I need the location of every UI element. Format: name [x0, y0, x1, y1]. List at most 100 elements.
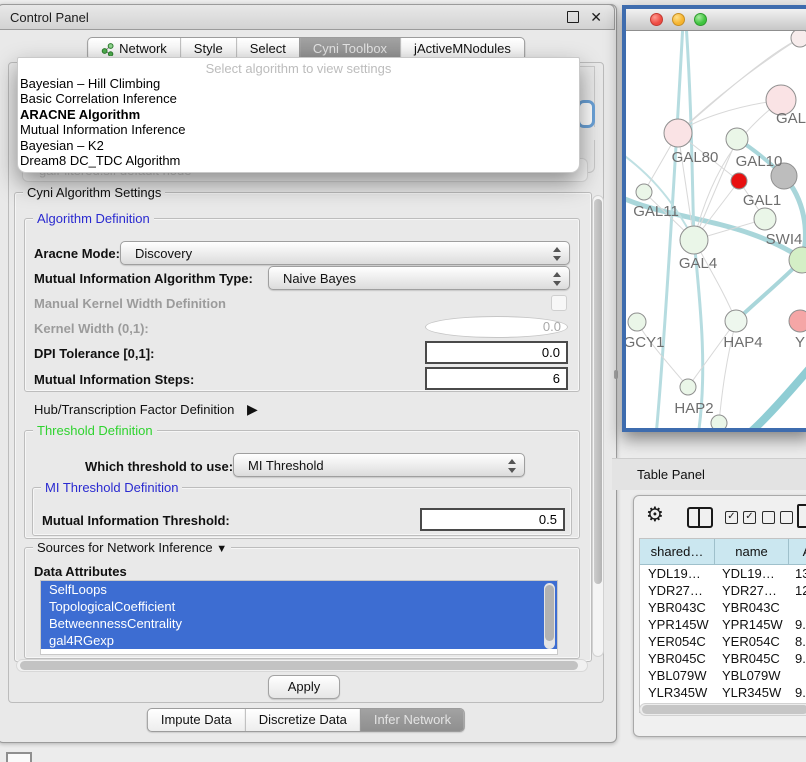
mi-type-combo[interactable]: Naive Bayes — [268, 266, 570, 290]
expanded-arrow-icon[interactable]: ▼ — [216, 543, 227, 555]
manual-kernel-checkbox[interactable] — [551, 295, 567, 311]
node-label-swi4: SWI4 — [766, 231, 803, 248]
column-header-shared[interactable]: shared… — [640, 539, 715, 565]
algorithm-option-basic-correlation-inference[interactable]: Basic Correlation Inference — [18, 91, 579, 106]
algorithm-option-aracne-algorithm[interactable]: ARACNE Algorithm — [18, 107, 579, 122]
window-title: Control Panel — [10, 10, 89, 25]
tab-impute-data[interactable]: Impute Data — [148, 709, 245, 731]
table-row[interactable]: YBR043CYBR043C — [640, 599, 806, 616]
corner-widget[interactable] — [6, 752, 32, 762]
mi-steps-field[interactable]: 6 — [425, 367, 568, 390]
mi-threshold-field[interactable]: 0.5 — [420, 508, 565, 531]
table-hscrollbar[interactable] — [639, 703, 806, 716]
node-label-gal4: GAL4 — [679, 255, 717, 272]
hub-section-label: Hub/Transcription Factor Definition — [34, 402, 234, 417]
network-node-gal80[interactable] — [664, 119, 692, 147]
network-node-hap4[interactable] — [725, 310, 747, 332]
apply-button[interactable]: Apply — [268, 675, 340, 699]
table-row[interactable]: YDL19…YDL19…13 — [640, 565, 806, 582]
export-table-icon[interactable] — [797, 504, 806, 528]
attributes-scrollbar[interactable] — [544, 583, 555, 649]
application-root: Control Panel ✕ NetworkStyleSelectCyni T… — [0, 0, 806, 762]
tab-label: Impute Data — [161, 709, 232, 731]
node-label-gal1: GAL1 — [743, 192, 781, 209]
table-cell: 9. — [795, 650, 806, 667]
checked-box-icon: ✓ — [743, 511, 756, 524]
hide-columns-icon[interactable] — [762, 511, 793, 524]
column-header-name[interactable]: name — [715, 539, 789, 565]
algorithm-definition-title: Algorithm Definition — [33, 211, 154, 226]
network-graph[interactable]: GALGAL80GAL10GAL1GAL11SWI4GAL4GCY1HAP4YH… — [626, 31, 806, 428]
tab-infer-network[interactable]: Infer Network — [360, 709, 464, 731]
settings-scrollbar[interactable] — [592, 195, 604, 657]
hub-section-toggle[interactable]: Hub/Transcription Factor Definition ▶ — [34, 401, 258, 418]
settings-scrollbar-thumb[interactable] — [594, 199, 602, 584]
data-attributes-list[interactable]: SelfLoopsTopologicalCoefficientBetweenne… — [40, 580, 558, 655]
table-cell: 9. — [795, 684, 806, 701]
algorithm-option-dream8-dc-tdc-algorithm[interactable]: Dream8 DC_TDC Algorithm — [18, 153, 579, 168]
network-view-window: GALGAL80GAL10GAL1GAL11SWI4GAL4GCY1HAP4YH… — [622, 5, 806, 432]
network-node-hap2[interactable] — [680, 379, 696, 395]
network-window-titlebar[interactable] — [626, 9, 806, 31]
network-node[interactable] — [731, 173, 747, 189]
node-label-hap4: HAP4 — [723, 334, 762, 351]
table-cell: YBR045C — [648, 650, 706, 667]
table-cell: YBR045C — [722, 650, 780, 667]
table-cell: YLR345W — [722, 684, 781, 701]
network-canvas[interactable]: GALGAL80GAL10GAL1GAL11SWI4GAL4GCY1HAP4YH… — [626, 31, 806, 428]
table-row[interactable]: YDR27…YDR27…12 — [640, 582, 806, 599]
float-window-icon[interactable] — [567, 11, 579, 23]
network-node-gal1[interactable] — [754, 208, 776, 230]
zoom-traffic-light[interactable] — [694, 13, 707, 26]
tab-discretize-data[interactable]: Discretize Data — [245, 709, 360, 731]
aracne-mode-combo[interactable]: Discovery — [120, 241, 570, 265]
network-node-gcy1[interactable] — [628, 313, 646, 331]
table-cell: YPR145W — [648, 616, 709, 633]
stepper-arrows-icon — [507, 458, 516, 474]
network-node-gal10[interactable] — [726, 128, 748, 150]
algorithm-option-mutual-information-inference[interactable]: Mutual Information Inference — [18, 122, 579, 137]
gear-icon[interactable]: ⚙ — [646, 502, 664, 528]
node-label-hap2: HAP2 — [674, 400, 713, 417]
mi-type-label: Mutual Information Algorithm Type: — [34, 271, 253, 286]
network-node-y[interactable] — [789, 310, 806, 332]
which-threshold-combo[interactable]: MI Threshold — [233, 453, 525, 477]
network-node-gal11[interactable] — [636, 184, 652, 200]
aracne-mode-value: Discovery — [135, 246, 192, 261]
splitter-handle[interactable] — [614, 370, 618, 379]
table-row[interactable]: YBR045C YBR045C 9. — [640, 650, 806, 667]
algorithm-option-bayesian-hill-climbing[interactable]: Bayesian – Hill Climbing — [18, 76, 579, 91]
close-window-icon[interactable]: ✕ — [590, 12, 602, 22]
attribute-item-betweennesscentrality[interactable]: BetweennessCentrality — [41, 615, 557, 632]
table-cell: YBL079W — [722, 667, 781, 684]
dpi-tolerance-label: DPI Tolerance [0,1]: — [34, 346, 154, 361]
settings-hscrollbar[interactable] — [16, 659, 588, 672]
kernel-width-field[interactable]: 0.0 — [425, 316, 568, 338]
settings-hscrollbar-thumb[interactable] — [20, 661, 578, 670]
minimize-traffic-light[interactable] — [672, 13, 685, 26]
column-header-a[interactable]: A — [789, 539, 806, 565]
network-node-gal4[interactable] — [680, 226, 708, 254]
table-row[interactable]: YLR345WYLR345W9. — [640, 684, 806, 701]
network-edge[interactable] — [744, 361, 806, 428]
table-hscrollbar-thumb[interactable] — [642, 705, 806, 714]
table-row[interactable]: YPR145WYPR145W9. — [640, 616, 806, 633]
node-label-gal80: GAL80 — [672, 149, 719, 166]
algorithm-option-bayesian-k2[interactable]: Bayesian – K2 — [18, 138, 579, 153]
network-edge[interactable] — [656, 31, 683, 428]
sources-title: Sources for Network Inference ▼ — [33, 540, 231, 555]
table-cell: YDR27… — [648, 582, 703, 599]
table-row[interactable]: YBL079WYBL079W — [640, 667, 806, 684]
attributes-scrollbar-thumb[interactable] — [545, 585, 554, 641]
network-edge[interactable] — [678, 100, 781, 133]
collapsed-arrow-icon: ▶ — [247, 401, 258, 417]
show-columns-icon[interactable]: ✓ ✓ — [725, 511, 756, 524]
attribute-item-gal4rgexp[interactable]: gal4RGexp — [41, 632, 557, 649]
attribute-item-topologicalcoefficient[interactable]: TopologicalCoefficient — [41, 598, 557, 615]
network-node[interactable] — [791, 31, 806, 47]
dpi-tolerance-field[interactable]: 0.0 — [425, 341, 568, 364]
table-row[interactable]: YER054CYER054C8. — [640, 633, 806, 650]
close-traffic-light[interactable] — [650, 13, 663, 26]
split-columns-icon[interactable] — [687, 507, 713, 528]
attribute-item-selfloops[interactable]: SelfLoops — [41, 581, 557, 598]
